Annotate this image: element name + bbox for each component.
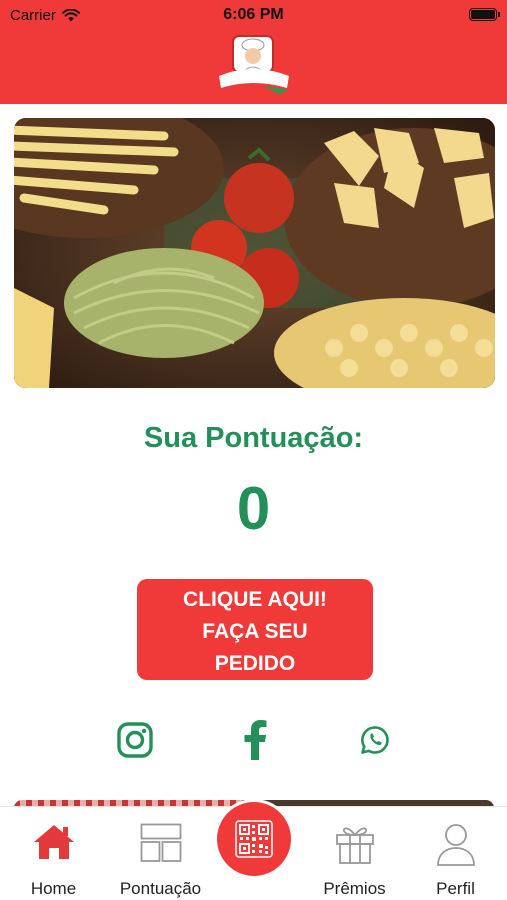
qr-code-icon	[235, 820, 273, 858]
tab-pontuacao[interactable]: Pontuação	[110, 807, 211, 900]
tab-perfil-label: Perfil	[436, 879, 475, 898]
battery-icon	[469, 8, 500, 21]
whatsapp-link[interactable]	[355, 720, 395, 760]
tab-home[interactable]: Home	[3, 807, 104, 900]
tab-premios[interactable]: Prêmios	[304, 807, 405, 900]
instagram-link[interactable]	[115, 720, 155, 760]
instagram-icon	[117, 722, 153, 758]
status-time: 6:06 PM	[223, 6, 284, 23]
order-now-button[interactable]: CLIQUE AQUI! FAÇA SEU PEDIDO	[137, 579, 373, 680]
app-header: Carrier 6:06 PM	[0, 0, 507, 104]
home-icon	[33, 825, 74, 859]
whatsapp-icon	[361, 726, 389, 754]
damamma-logo	[219, 35, 289, 94]
tab-pontuacao-label: Pontuação	[119, 879, 202, 898]
score-title: Sua Pontuação:	[143, 422, 364, 454]
qr-scan-button[interactable]	[217, 802, 291, 876]
status-bar: Carrier 6:06 PM	[0, 0, 507, 30]
user-icon	[436, 824, 475, 866]
layout-icon	[140, 823, 181, 862]
facebook-link[interactable]	[235, 720, 275, 760]
facebook-icon	[244, 720, 267, 760]
hero-pasta-image	[14, 118, 495, 388]
gift-icon	[335, 827, 374, 864]
tab-perfil[interactable]: Perfil	[405, 807, 506, 900]
score-value: 0	[236, 475, 271, 542]
tab-premios-label: Prêmios	[323, 879, 386, 898]
tab-home-label: Home	[30, 879, 77, 898]
